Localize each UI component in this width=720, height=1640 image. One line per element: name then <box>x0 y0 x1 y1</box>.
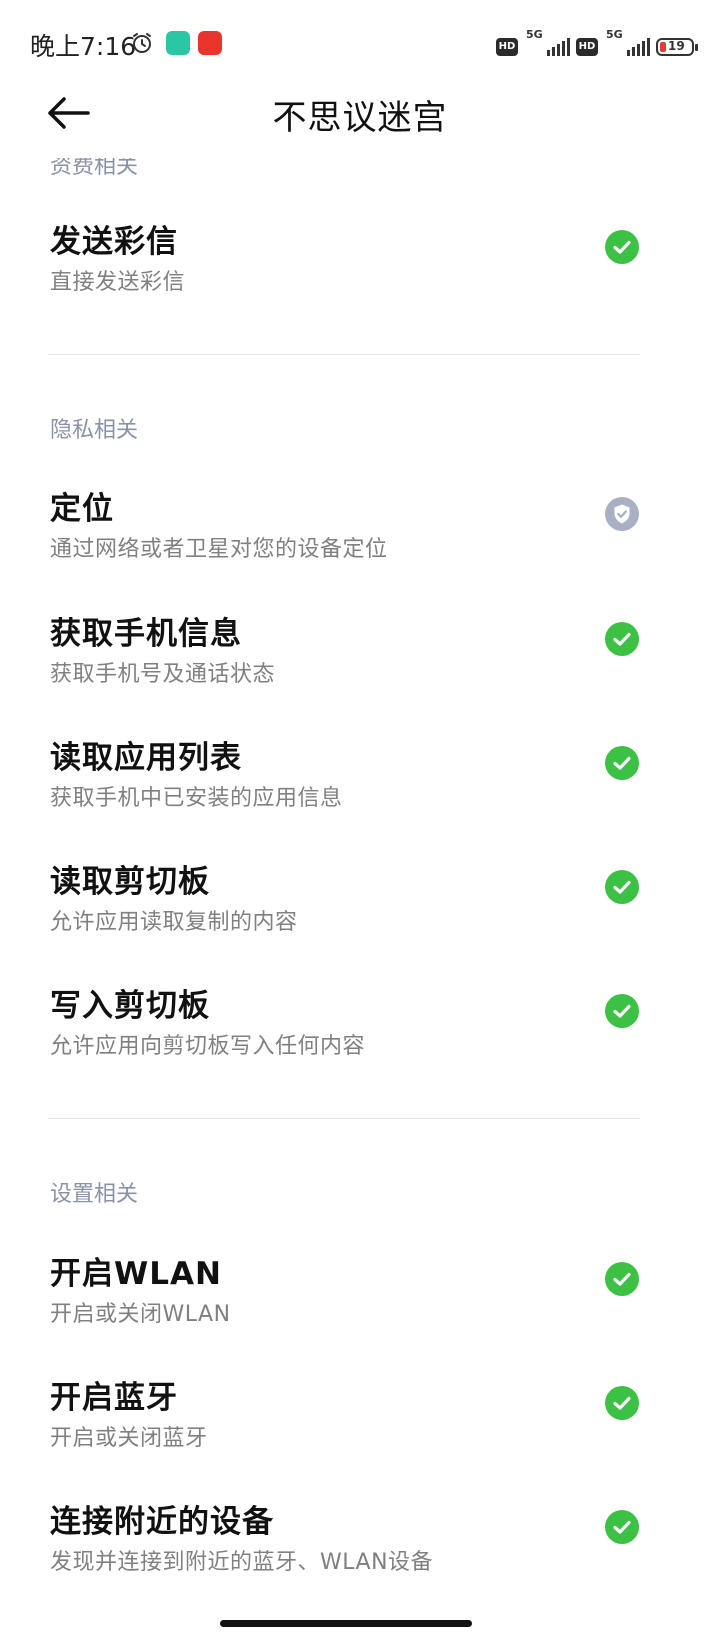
section-divider <box>48 354 640 355</box>
network-type: 5G <box>606 28 623 41</box>
signal-icon: 5G <box>524 28 570 58</box>
status-indicators: HD 5G HD 5G 19 <box>496 28 698 58</box>
check-circle-icon[interactable] <box>605 230 639 264</box>
app-notification-icon <box>166 31 190 55</box>
hd-badge: HD <box>576 38 598 56</box>
network-type: 5G <box>526 28 543 41</box>
permission-title: 读取应用列表 <box>50 740 242 776</box>
permission-desc: 获取手机中已安装的应用信息 <box>50 786 343 811</box>
permission-desc: 允许应用向剪切板写入任何内容 <box>50 1034 366 1059</box>
permission-title: 发送彩信 <box>50 224 178 260</box>
permission-row-write-clipboard[interactable]: 写入剪切板 允许应用向剪切板写入任何内容 <box>0 980 720 1072</box>
permission-desc: 发现并连接到附近的蓝牙、WLAN设备 <box>50 1550 434 1575</box>
permission-title: 连接附近的设备 <box>50 1504 274 1540</box>
permission-row-bluetooth[interactable]: 开启蓝牙 开启或关闭蓝牙 <box>0 1372 720 1464</box>
permission-title: 定位 <box>50 491 114 527</box>
permission-desc: 允许应用读取复制的内容 <box>50 910 298 935</box>
section-divider <box>48 1118 640 1119</box>
permission-row-location[interactable]: 定位 通过网络或者卫星对您的设备定位 <box>0 483 720 575</box>
battery-icon: 19 <box>656 38 698 56</box>
check-circle-icon[interactable] <box>605 1386 639 1420</box>
check-circle-icon[interactable] <box>605 1262 639 1296</box>
permission-title: 开启蓝牙 <box>50 1380 178 1416</box>
permission-row-phone-info[interactable]: 获取手机信息 获取手机号及通话状态 <box>0 608 720 700</box>
check-circle-icon[interactable] <box>605 870 639 904</box>
section-label-settings: 设置相关 <box>50 1182 139 1207</box>
permission-title: 开启WLAN <box>50 1256 222 1292</box>
permission-desc: 获取手机号及通话状态 <box>50 662 276 687</box>
check-circle-icon[interactable] <box>605 622 639 656</box>
section-label-privacy: 隐私相关 <box>50 418 139 443</box>
app-notification-icon <box>198 31 222 55</box>
permission-row-wlan[interactable]: 开启WLAN 开启或关闭WLAN <box>0 1248 720 1340</box>
permission-desc: 开启或关闭蓝牙 <box>50 1426 208 1451</box>
permission-desc: 开启或关闭WLAN <box>50 1302 231 1327</box>
check-circle-icon[interactable] <box>605 746 639 780</box>
permission-row-nearby-devices[interactable]: 连接附近的设备 发现并连接到附近的蓝牙、WLAN设备 <box>0 1496 720 1588</box>
check-circle-icon[interactable] <box>605 994 639 1028</box>
status-time: 晚上7:16 <box>30 32 137 61</box>
alarm-icon <box>133 33 151 53</box>
hd-badge: HD <box>496 38 518 56</box>
page-header: 不思议迷宫 <box>0 70 720 158</box>
home-indicator[interactable] <box>220 1620 472 1627</box>
permission-desc: 通过网络或者卫星对您的设备定位 <box>50 537 388 562</box>
permission-row-mms[interactable]: 发送彩信 直接发送彩信 <box>0 216 720 308</box>
permission-desc: 直接发送彩信 <box>50 270 186 295</box>
permission-title: 写入剪切板 <box>50 988 210 1024</box>
battery-level: 19 <box>668 39 685 53</box>
shield-check-icon[interactable] <box>605 497 639 531</box>
permission-page: 晚上7:16 HD 5G HD 5G 19 不思议迷宫 资费相关 发送彩信 直接… <box>0 0 720 1640</box>
permission-row-app-list[interactable]: 读取应用列表 获取手机中已安装的应用信息 <box>0 732 720 824</box>
page-title: 不思议迷宫 <box>272 98 448 138</box>
permission-row-read-clipboard[interactable]: 读取剪切板 允许应用读取复制的内容 <box>0 856 720 948</box>
permission-title: 读取剪切板 <box>50 864 210 900</box>
signal-icon: 5G <box>604 28 650 58</box>
permission-title: 获取手机信息 <box>50 616 242 652</box>
check-circle-icon[interactable] <box>605 1510 639 1544</box>
